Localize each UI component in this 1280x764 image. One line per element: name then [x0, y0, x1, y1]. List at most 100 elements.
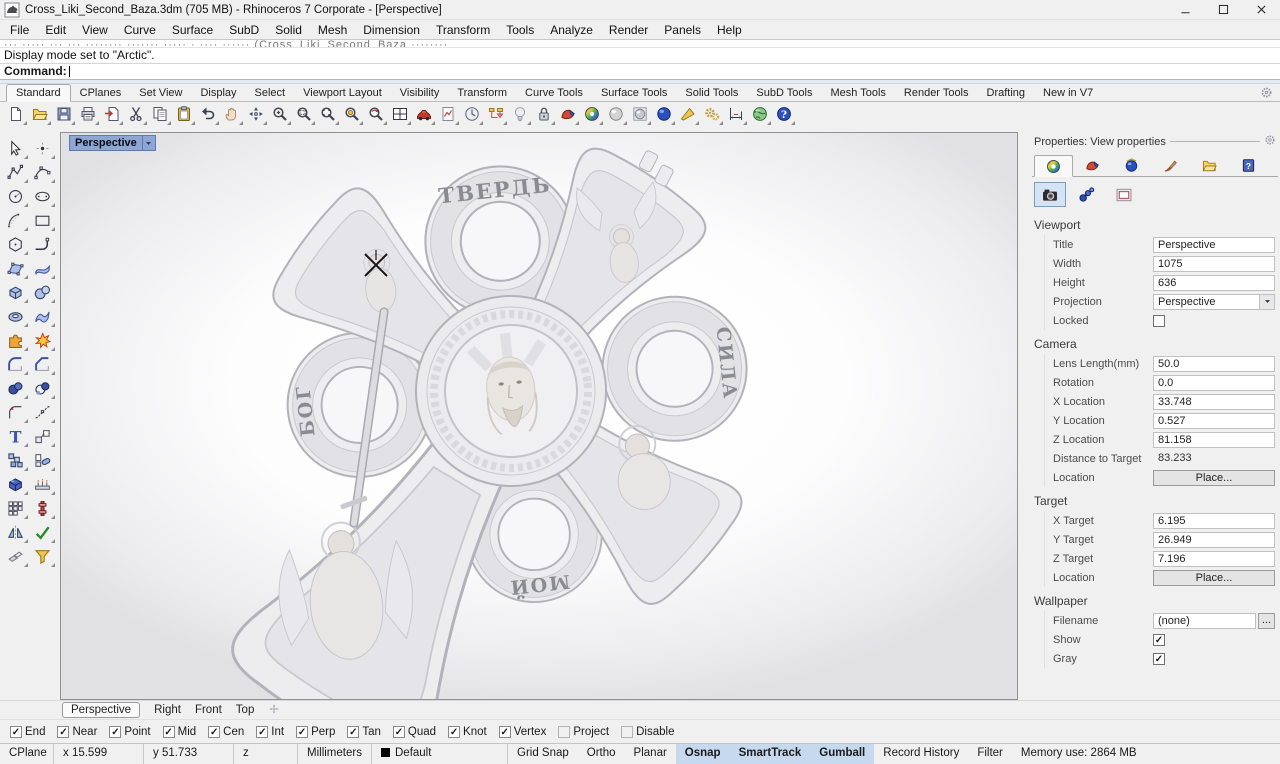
frame-page-button[interactable] [1108, 182, 1140, 207]
menu-subd[interactable]: SubD [221, 23, 267, 37]
browse-button[interactable]: ... [1258, 613, 1275, 629]
prop-checkbox-gray[interactable]: ✓ [1153, 653, 1165, 665]
prop-checkbox-locked[interactable] [1153, 315, 1165, 327]
select-arrow-button[interactable] [2, 136, 29, 160]
menu-surface[interactable]: Surface [164, 23, 221, 37]
funnel-button[interactable] [29, 544, 56, 568]
options-button[interactable] [700, 103, 724, 126]
status-smarttrack[interactable]: SmartTrack [730, 744, 811, 764]
osnap-vertex[interactable]: ✓Vertex [499, 726, 547, 738]
curve-free-button[interactable] [29, 232, 56, 256]
osnap-checkbox-knot[interactable]: ✓ [448, 726, 460, 738]
menu-render[interactable]: Render [601, 23, 656, 37]
menu-file[interactable]: File [2, 23, 37, 37]
export-button[interactable] [100, 103, 124, 126]
menu-dimension[interactable]: Dimension [355, 23, 428, 37]
osnap-point[interactable]: ✓Point [109, 726, 150, 738]
chevron-down-icon[interactable] [142, 136, 155, 150]
toolbar-tab-curve-tools[interactable]: Curve Tools [516, 85, 592, 101]
viewport-title-chip[interactable]: Perspective [69, 135, 156, 151]
panel-tab-properties[interactable] [1034, 155, 1073, 177]
panel-tab-material[interactable] [1073, 154, 1112, 176]
toolbar-tab-display[interactable]: Display [191, 85, 245, 101]
viewport-tab-perspective[interactable]: Perspective [62, 702, 140, 718]
osnap-cen[interactable]: ✓Cen [208, 726, 244, 738]
app-icon[interactable] [4, 2, 20, 18]
text-button[interactable]: T [2, 424, 29, 448]
rendered-mode-button[interactable] [580, 103, 604, 126]
polyline-button[interactable] [2, 160, 29, 184]
prop-value-rotation[interactable]: 0.0 [1153, 375, 1275, 391]
osnap-near[interactable]: ✓Near [57, 726, 97, 738]
prop-value-title[interactable]: Perspective [1153, 237, 1275, 253]
point-button[interactable] [29, 136, 56, 160]
zoom-back-button[interactable] [364, 103, 388, 126]
status-gumball[interactable]: Gumball [810, 744, 874, 764]
menu-transform[interactable]: Transform [428, 23, 498, 37]
named-views-button[interactable] [412, 103, 436, 126]
solid-box-button[interactable] [2, 472, 29, 496]
prop-value-z-target[interactable]: 7.196 [1153, 551, 1275, 567]
osnap-checkbox-end[interactable]: ✓ [10, 726, 22, 738]
viewport-tab-front[interactable]: Front [195, 704, 222, 716]
chamfer-edge-button[interactable] [29, 352, 56, 376]
status-filter[interactable]: Filter [968, 744, 1012, 764]
mirror-button[interactable] [2, 520, 29, 544]
panel-tab-help[interactable]: ? [1229, 154, 1268, 176]
panel-tab-pen[interactable] [1151, 154, 1190, 176]
column-array-button[interactable] [29, 496, 56, 520]
zoom-extents-button[interactable] [316, 103, 340, 126]
osnap-disable[interactable]: Disable [621, 726, 674, 738]
rotate-view-button[interactable] [244, 103, 268, 126]
panel-menu-icon[interactable] [1264, 134, 1276, 149]
menu-tools[interactable]: Tools [498, 23, 542, 37]
toolbar-tab-subd-tools[interactable]: SubD Tools [747, 85, 821, 101]
macro-editor-button[interactable] [484, 103, 508, 126]
lamp-button[interactable] [508, 103, 532, 126]
viewport-tab-right[interactable]: Right [154, 704, 181, 716]
status-ortho[interactable]: Ortho [578, 744, 625, 764]
toolbar-tab-set-view[interactable]: Set View [130, 85, 191, 101]
toolbar-tab-surface-tools[interactable]: Surface Tools [592, 85, 676, 101]
menu-view[interactable]: View [74, 23, 116, 37]
menu-solid[interactable]: Solid [267, 23, 310, 37]
status-millimeters[interactable]: Millimeters [298, 744, 372, 764]
dimension-button[interactable] [724, 103, 748, 126]
osnap-checkbox-point[interactable]: ✓ [109, 726, 121, 738]
prop-value-lens-length-mm[interactable]: 50.0 [1153, 356, 1275, 372]
panel-tab-folder[interactable] [1190, 154, 1229, 176]
undo-button[interactable] [196, 103, 220, 126]
prop-value-x-location[interactable]: 33.748 [1153, 394, 1275, 410]
blend-curve-button[interactable] [29, 400, 56, 424]
grid-array-button[interactable] [2, 496, 29, 520]
puzzle-button[interactable] [2, 328, 29, 352]
rectangle-button[interactable] [29, 208, 56, 232]
cut-button[interactable] [124, 103, 148, 126]
spotlight-button[interactable] [676, 103, 700, 126]
osnap-perp[interactable]: ✓Perp [296, 726, 335, 738]
earth-button[interactable] [748, 103, 772, 126]
prop-checkbox-show[interactable]: ✓ [1153, 634, 1165, 646]
menu-edit[interactable]: Edit [37, 23, 74, 37]
print-preview-button[interactable] [436, 103, 460, 126]
group-button[interactable] [2, 544, 29, 568]
toolbar-tab-new-in-v7[interactable]: New in V7 [1034, 85, 1102, 101]
spheres-button[interactable] [29, 280, 56, 304]
prop-value-width[interactable]: 1075 [1153, 256, 1275, 272]
osnap-checkbox-near[interactable]: ✓ [57, 726, 69, 738]
perspective-viewport[interactable]: Perspective [60, 132, 1018, 700]
osnap-checkbox-cen[interactable]: ✓ [208, 726, 220, 738]
osnap-project[interactable]: Project [558, 726, 609, 738]
surface-cp-button[interactable] [2, 256, 29, 280]
open-file-button[interactable] [28, 103, 52, 126]
status-osnap[interactable]: Osnap [676, 744, 730, 764]
menu-analyze[interactable]: Analyze [542, 23, 601, 37]
status-record-history[interactable]: Record History [874, 744, 968, 764]
ellipse-button[interactable] [29, 184, 56, 208]
zoom-window-button[interactable] [292, 103, 316, 126]
camera-page-button[interactable] [1034, 182, 1066, 207]
history-button[interactable] [460, 103, 484, 126]
osnap-tan[interactable]: ✓Tan [347, 726, 381, 738]
viewport-tab-top[interactable]: Top [236, 704, 255, 716]
osnap-knot[interactable]: ✓Knot [448, 726, 487, 738]
